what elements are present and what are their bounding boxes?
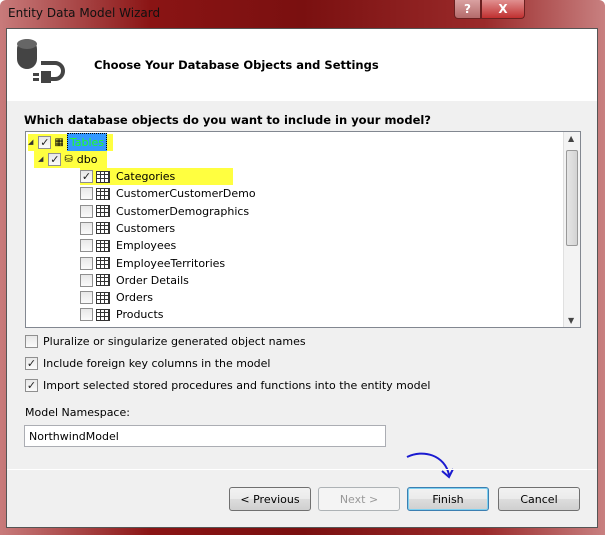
namespace-label: Model Namespace: <box>25 406 130 419</box>
table-checkbox[interactable] <box>80 256 93 270</box>
scroll-thumb[interactable] <box>566 150 578 246</box>
tree-node-table[interactable]: Customers <box>80 220 175 237</box>
tables-folder-icon: ▦ <box>54 137 64 148</box>
footer-divider <box>7 469 597 470</box>
tree-node-tables[interactable]: ◢ ✓ ▦ Tables <box>28 133 114 152</box>
next-button[interactable]: Next > <box>318 487 400 511</box>
tree-node-table[interactable]: Employees <box>80 237 176 254</box>
table-icon <box>96 187 110 200</box>
schema-icon: ⛁ <box>64 154 73 165</box>
scroll-up-icon[interactable]: ▲ <box>568 134 574 143</box>
table-icon <box>96 308 110 321</box>
option-checkbox[interactable] <box>25 335 38 348</box>
dbo-label: dbo <box>76 153 98 166</box>
table-label: CustomerCustomerDemo <box>116 187 256 201</box>
option-checkbox-row[interactable]: Pluralize or singularize generated objec… <box>25 335 306 348</box>
tree-node-table[interactable]: CustomerDemographics <box>80 203 249 220</box>
annotation-arrow-icon <box>406 452 454 479</box>
tree-node-table[interactable]: ✓ Categories <box>80 168 234 185</box>
table-icon <box>96 257 110 269</box>
table-label: Orders <box>116 291 153 305</box>
tree-node-dbo[interactable]: ◢ ✓ ⛁ dbo <box>34 151 108 168</box>
table-icon <box>96 205 110 218</box>
option-label: Import selected stored procedures and fu… <box>43 379 431 392</box>
table-checkbox[interactable] <box>80 187 93 201</box>
database-objects-tree[interactable]: ◢ ✓ ▦ Tables ◢ ✓ ⛁ dbo ✓ Categories Custom… <box>25 131 581 328</box>
table-checkbox[interactable] <box>80 308 93 322</box>
table-label: Customers <box>116 221 176 235</box>
help-button[interactable]: ? <box>454 0 481 19</box>
close-button[interactable]: X <box>481 0 525 19</box>
option-checkbox-row[interactable]: ✓ Import selected stored procedures and f… <box>25 379 430 392</box>
table-label: CustomerDemographics <box>116 204 250 218</box>
tables-label: Tables <box>66 133 108 152</box>
table-checkbox[interactable] <box>80 273 93 287</box>
wizard-header: Choose Your Database Objects and Setting… <box>7 29 597 101</box>
window-title: Entity Data Model Wizard <box>8 6 161 20</box>
table-icon <box>96 170 110 183</box>
table-label: Categories <box>116 170 176 183</box>
cancel-button[interactable]: Cancel <box>498 487 580 511</box>
tree-node-table[interactable]: CustomerCustomerDemo <box>80 185 256 202</box>
expand-triangle-icon[interactable]: ◢ <box>38 151 43 168</box>
table-checkbox[interactable] <box>80 239 93 253</box>
tree-node-table[interactable]: EmployeeTerritories <box>80 255 225 272</box>
tree-node-table[interactable]: Products <box>80 306 164 323</box>
model-namespace-input[interactable] <box>24 425 386 447</box>
option-checkbox[interactable]: ✓ <box>25 357 38 370</box>
wizard-body: Choose Your Database Objects and Setting… <box>6 28 598 528</box>
option-label: Pluralize or singularize generated objec… <box>43 335 306 348</box>
table-icon <box>96 274 110 287</box>
tree-scrollbar[interactable]: ▲ ▼ <box>563 132 580 327</box>
option-label: Include foreign key columns in the model <box>43 357 271 370</box>
table-label: EmployeeTerritories <box>116 256 226 270</box>
table-checkbox[interactable] <box>80 291 93 305</box>
table-icon <box>96 239 110 252</box>
table-checkbox[interactable] <box>80 204 93 218</box>
table-checkbox[interactable]: ✓ <box>80 170 93 183</box>
option-checkbox-row[interactable]: ✓ Include foreign key columns in the mode… <box>25 357 271 370</box>
option-checkbox[interactable]: ✓ <box>25 379 38 392</box>
tables-checkbox[interactable]: ✓ <box>38 136 52 149</box>
objects-question-label: Which database objects do you want to in… <box>24 113 431 127</box>
table-label: Order Details <box>116 273 189 287</box>
page-title: Choose Your Database Objects and Setting… <box>94 58 379 72</box>
database-plug-icon <box>17 39 65 83</box>
dbo-checkbox[interactable]: ✓ <box>48 153 62 166</box>
table-label: Employees <box>116 239 177 253</box>
table-checkbox[interactable] <box>80 221 93 235</box>
previous-button[interactable]: < Previous <box>229 487 311 511</box>
finish-button[interactable]: Finish <box>407 487 489 511</box>
tree-node-table[interactable]: Orders <box>80 289 153 306</box>
scroll-down-icon[interactable]: ▼ <box>568 316 574 325</box>
tree-node-table[interactable]: Order Details <box>80 272 189 289</box>
expand-triangle-icon[interactable]: ◢ <box>28 134 33 151</box>
table-icon <box>96 291 110 304</box>
wizard-window: Entity Data Model Wizard ? X Choose Your… <box>0 0 605 535</box>
table-label: Products <box>116 308 164 322</box>
table-icon <box>96 222 110 235</box>
